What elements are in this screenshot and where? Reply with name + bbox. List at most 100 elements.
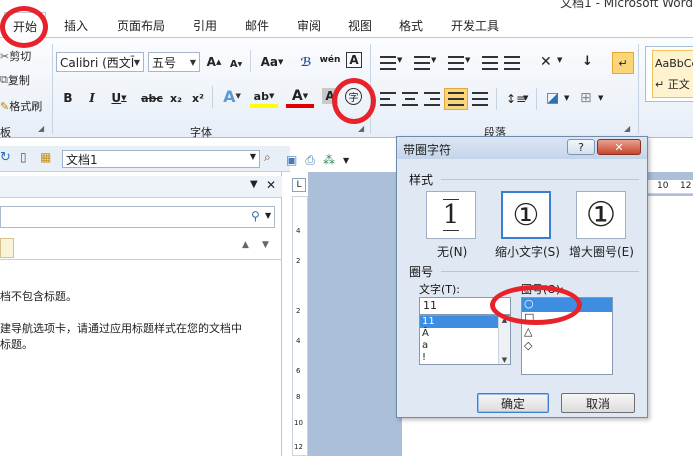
subscript-button[interactable]: x₂ xyxy=(166,88,186,108)
diagram-icon[interactable]: ⁂ xyxy=(323,153,335,167)
asian-layout-icon[interactable]: ✕ xyxy=(540,54,552,70)
chevron-down-icon[interactable]: ▼ xyxy=(523,94,528,102)
styles-gallery[interactable]: AaBbCc ↵ 正文 xyxy=(645,46,693,102)
align-right-icon[interactable] xyxy=(424,92,440,106)
tab-view[interactable]: 视图 xyxy=(348,17,372,34)
ruler-mark: 10 xyxy=(294,419,303,427)
ruler-mark: 2 xyxy=(296,307,301,315)
style-enlarge-label[interactable]: 增大圈号(E) xyxy=(569,243,634,260)
tab-stop-selector[interactable]: L xyxy=(292,178,306,192)
refresh-icon[interactable]: ↻ xyxy=(0,150,11,165)
dialog-launcher-icon[interactable]: ◢ xyxy=(624,124,630,133)
ruler-mark: 12 xyxy=(294,443,303,451)
list-item[interactable]: 11 xyxy=(420,316,510,328)
new-document-icon[interactable]: ▯ xyxy=(20,150,27,164)
underline-button[interactable]: U ▼ xyxy=(106,88,132,108)
bullets-icon[interactable] xyxy=(380,56,396,70)
style-shrink-text-option[interactable]: ① xyxy=(501,191,551,239)
tab-review[interactable]: 审阅 xyxy=(297,17,321,34)
format-painter-button[interactable]: ✎ 格式刷 xyxy=(0,98,42,114)
style-shrink-label[interactable]: 缩小文字(S) xyxy=(495,243,560,260)
shrink-font-button[interactable]: A ▼ xyxy=(226,54,246,74)
chevron-down-icon: ▼ xyxy=(189,57,197,67)
italic-button[interactable]: I xyxy=(82,88,102,108)
list-item[interactable]: ◇ xyxy=(522,340,612,354)
decrease-indent-icon[interactable] xyxy=(482,56,498,70)
print-icon[interactable]: ⎙ xyxy=(305,153,315,168)
distributed-icon[interactable] xyxy=(472,92,488,106)
open-folder-icon[interactable]: ▦ xyxy=(40,150,51,164)
scissors-icon: ✂ xyxy=(0,49,10,63)
numbering-icon[interactable] xyxy=(414,56,430,70)
tab-pages-icon[interactable] xyxy=(0,238,14,258)
document-selector[interactable]: 文档1 ▼ xyxy=(62,150,260,168)
increase-indent-icon[interactable] xyxy=(504,56,520,70)
tab-references[interactable]: 引用 xyxy=(193,17,217,34)
grow-font-button[interactable]: A ▲ xyxy=(204,52,224,72)
show-marks-icon[interactable]: ↵ xyxy=(612,52,634,74)
scrollbar[interactable]: ▲ ▼ xyxy=(498,316,510,364)
superscript-button[interactable]: x² xyxy=(188,88,208,108)
text-listbox[interactable]: 11 Ā a ! ▲ ▼ xyxy=(419,315,511,365)
list-item[interactable]: Ā xyxy=(420,328,510,340)
borders-icon[interactable]: ⊞ xyxy=(580,90,592,106)
next-heading-icon[interactable]: ▼ xyxy=(262,240,269,250)
text-effects-button[interactable]: A ▼ xyxy=(218,86,246,106)
chevron-down-icon[interactable]: ▼ xyxy=(431,56,436,64)
print-preview-icon[interactable]: ⌕ xyxy=(264,150,271,165)
style-normal[interactable]: AaBbCc ↵ 正文 xyxy=(652,50,693,98)
tab-developer[interactable]: 开发工具 xyxy=(451,17,499,34)
pane-options-icon[interactable]: ▼ xyxy=(250,179,258,190)
style-enlarge-option[interactable]: ① xyxy=(576,191,626,239)
cut-button[interactable]: ✂ 剪切 xyxy=(0,48,31,64)
search-input[interactable]: ⚲ ▼ xyxy=(0,206,275,228)
font-size-combo[interactable]: 五号 ▼ xyxy=(148,52,200,72)
previous-heading-icon[interactable]: ▲ xyxy=(242,240,249,250)
bold-button[interactable]: B xyxy=(58,88,78,108)
font-name-combo[interactable]: Calibri (西文Ī ▼ xyxy=(56,52,144,72)
style-none-option[interactable]: 1 xyxy=(426,191,476,239)
chevron-down-icon[interactable]: ▼ xyxy=(564,94,569,102)
list-item[interactable]: ! xyxy=(420,352,510,364)
highlight-button[interactable]: ab ▼ xyxy=(250,88,278,108)
tab-insert[interactable]: 插入 xyxy=(64,17,88,34)
list-item[interactable]: △ xyxy=(522,326,612,340)
character-border-button[interactable]: A xyxy=(346,52,362,68)
copy-button[interactable]: ⧉ 复制 xyxy=(0,72,30,88)
change-case-button[interactable]: Aa ▼ xyxy=(258,52,286,72)
phonetic-guide-button[interactable]: wén xyxy=(320,50,341,70)
tab-format[interactable]: 格式 xyxy=(399,17,423,34)
clear-formatting-button[interactable]: ℬ xyxy=(296,52,316,72)
chevron-down-icon[interactable]: ▼ xyxy=(465,56,470,64)
annotation-circle-enclose xyxy=(332,78,376,124)
align-center-icon[interactable] xyxy=(402,92,418,106)
image-icon[interactable]: ▣ xyxy=(286,153,297,167)
help-button[interactable]: ? xyxy=(567,139,595,155)
format-painter-label: 格式刷 xyxy=(9,100,43,113)
chevron-down-icon[interactable]: ▼ xyxy=(343,156,349,165)
dialog-launcher-icon[interactable]: ◢ xyxy=(38,124,44,133)
ok-button[interactable]: 确定 xyxy=(477,393,549,413)
font-color-button[interactable]: A ▼ xyxy=(286,88,314,108)
chevron-down-icon[interactable]: ▼ xyxy=(598,94,603,102)
tab-mailings[interactable]: 邮件 xyxy=(245,17,269,34)
cancel-button[interactable]: 取消 xyxy=(561,393,635,413)
sort-icon[interactable]: ↓ xyxy=(582,54,593,69)
justify-icon xyxy=(448,92,464,106)
divider xyxy=(212,86,213,108)
scroll-down-icon[interactable]: ▼ xyxy=(502,356,507,364)
close-icon[interactable]: ✕ xyxy=(266,178,276,192)
ruler-mark: 8 xyxy=(296,393,301,401)
close-button[interactable]: ✕ xyxy=(597,139,641,155)
paint-bucket-icon[interactable]: ◪ xyxy=(546,90,559,106)
chevron-down-icon[interactable]: ▼ xyxy=(397,56,402,64)
chevron-down-icon[interactable]: ▼ xyxy=(557,56,562,64)
align-left-icon[interactable] xyxy=(380,92,396,106)
multilevel-list-icon[interactable] xyxy=(448,56,464,70)
list-item[interactable]: a xyxy=(420,340,510,352)
style-none-label[interactable]: 无(N) xyxy=(437,243,467,260)
strikethrough-button[interactable]: abc xyxy=(140,88,164,108)
dialog-launcher-icon[interactable]: ◢ xyxy=(358,124,364,133)
tab-page-layout[interactable]: 页面布局 xyxy=(117,17,165,34)
style-name: ↵ 正文 xyxy=(655,78,690,91)
